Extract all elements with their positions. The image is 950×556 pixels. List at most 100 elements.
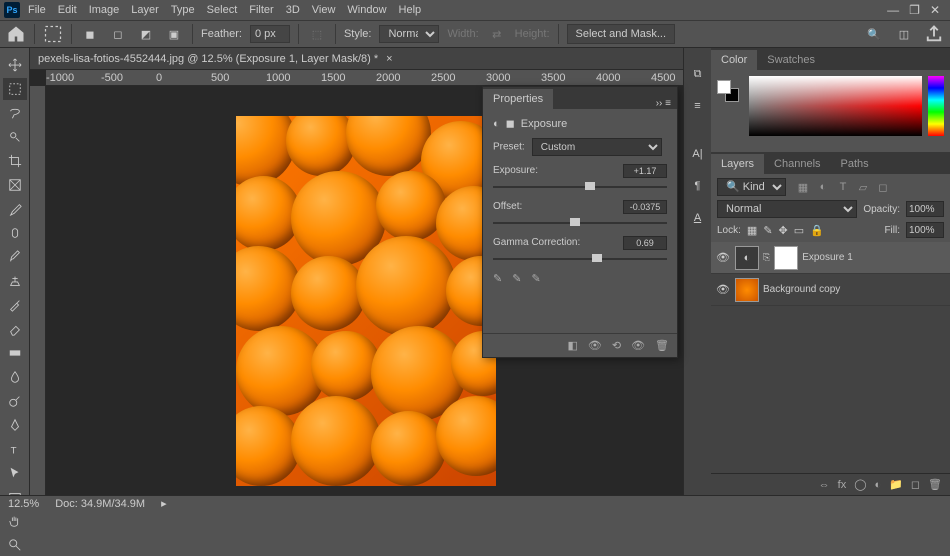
document-tab[interactable]: pexels-lisa-fotios-4552444.jpg @ 12.5% (… [30,48,710,70]
filter-adjust-icon[interactable]: ◐ [816,180,830,194]
mask-thumb[interactable] [774,246,798,270]
home-icon[interactable] [6,24,26,44]
menu-edit[interactable]: Edit [58,4,77,16]
layer-name[interactable]: Background copy [763,284,840,295]
tab-paths[interactable]: Paths [831,154,879,174]
tab-swatches[interactable]: Swatches [757,50,825,70]
new-layer-icon[interactable]: ◻ [911,478,920,491]
search-icon[interactable]: 🔍 [864,24,884,44]
layer-name[interactable]: Exposure 1 [802,252,853,263]
menu-image[interactable]: Image [89,4,120,16]
marquee-tool[interactable] [3,78,27,100]
view-previous-icon[interactable]: 👁 [588,339,602,352]
delete-adjustment-icon[interactable]: 🗑 [655,339,669,352]
feather-input[interactable] [250,25,290,43]
filter-smart-icon[interactable]: ◻ [876,180,890,194]
opacity-input[interactable] [906,201,944,217]
lock-position-icon[interactable]: ✥ [779,224,788,237]
gradient-tool[interactable] [3,342,27,364]
gamma-value[interactable]: 0.69 [623,236,667,250]
character-panel-icon[interactable]: A| [687,140,709,168]
style-select[interactable]: Normal [379,25,439,43]
paragraph-panel-icon[interactable]: ¶ [687,172,709,200]
clip-layer-icon[interactable]: ◧ [567,339,577,352]
selection-new-icon[interactable]: ◼ [80,24,100,44]
offset-value[interactable]: -0.0375 [623,200,667,214]
menu-help[interactable]: Help [399,4,422,16]
reset-icon[interactable]: ⟲ [612,339,621,352]
panel-collapse-icon[interactable]: ›› ≡ [656,98,671,109]
link-layers-icon[interactable]: ⇔ [819,479,830,491]
tab-close-icon[interactable]: × [386,53,392,65]
menu-select[interactable]: Select [207,4,238,16]
offset-slider[interactable] [493,222,667,224]
exposure-value[interactable]: +1.17 [623,164,667,178]
workspace-icon[interactable]: ◫ [894,24,914,44]
toggle-visibility-icon[interactable]: 👁 [631,339,645,352]
menu-file[interactable]: File [28,4,46,16]
fill-input[interactable] [906,222,944,238]
exposure-slider[interactable] [493,186,667,188]
share-icon[interactable] [924,24,944,44]
sample-white-icon[interactable]: ✎ [531,272,540,285]
tab-layers[interactable]: Layers [711,154,764,174]
menu-type[interactable]: Type [171,4,195,16]
layer-row[interactable]: 👁 Background copy [711,274,950,306]
lock-artboard-icon[interactable]: ▭ [794,224,804,237]
color-spectrum[interactable] [749,76,922,136]
zoom-level[interactable]: 12.5% [8,498,39,510]
quick-select-tool[interactable] [3,126,27,148]
clone-stamp-tool[interactable] [3,270,27,292]
gamma-slider[interactable] [493,258,667,260]
close-icon[interactable]: ✕ [930,3,940,17]
type-tool[interactable]: T [3,438,27,460]
frame-tool[interactable] [3,174,27,196]
visibility-toggle-icon[interactable]: 👁 [715,283,731,296]
select-and-mask-button[interactable]: Select and Mask... [567,24,676,44]
history-panel-icon[interactable]: ⧉ [687,60,709,88]
new-adjustment-icon[interactable]: ◐ [875,479,882,491]
crop-tool[interactable] [3,150,27,172]
filter-pixel-icon[interactable]: ▦ [796,180,810,194]
filter-shape-icon[interactable]: ▱ [856,180,870,194]
menu-3d[interactable]: 3D [286,4,300,16]
status-chevron-icon[interactable]: ▸ [161,497,167,510]
visibility-toggle-icon[interactable]: 👁 [715,251,731,264]
layer-row[interactable]: 👁 ◐ ⎘ Exposure 1 [711,242,950,274]
dodge-tool[interactable] [3,390,27,412]
hand-tool[interactable] [3,510,27,532]
delete-layer-icon[interactable]: 🗑 [928,478,942,491]
lock-image-icon[interactable]: ✎ [763,224,772,237]
selection-subtract-icon[interactable]: ◩ [136,24,156,44]
glyphs-panel-icon[interactable]: A [687,204,709,232]
blend-mode-select[interactable]: Normal [717,200,857,218]
zoom-tool[interactable] [3,534,27,556]
foreground-color[interactable] [717,80,731,94]
lock-transparency-icon[interactable]: ▦ [747,224,757,237]
selection-intersect-icon[interactable]: ▣ [164,24,184,44]
menu-view[interactable]: View [312,4,336,16]
hue-slider[interactable] [928,76,944,136]
blur-tool[interactable] [3,366,27,388]
menu-window[interactable]: Window [347,4,386,16]
menu-layer[interactable]: Layer [131,4,159,16]
layer-filter-select[interactable]: 🔍 Kind [717,178,786,196]
brush-tool[interactable] [3,246,27,268]
eyedropper-tool[interactable] [3,198,27,220]
eraser-tool[interactable] [3,318,27,340]
tab-color[interactable]: Color [711,50,757,70]
sample-gray-icon[interactable]: ✎ [512,272,521,285]
minimize-icon[interactable]: — [887,3,899,17]
lock-all-icon[interactable]: 🔒 [810,224,824,237]
preset-select[interactable]: Custom [532,138,662,156]
pen-tool[interactable] [3,414,27,436]
add-mask-icon[interactable]: ◯ [854,478,866,491]
marquee-tool-icon[interactable] [43,24,63,44]
lasso-tool[interactable] [3,102,27,124]
menu-filter[interactable]: Filter [249,4,273,16]
doc-size[interactable]: Doc: 34.9M/34.9M [55,498,145,510]
path-select-tool[interactable] [3,462,27,484]
history-brush-tool[interactable] [3,294,27,316]
layer-style-icon[interactable]: fx [838,479,847,491]
healing-tool[interactable] [3,222,27,244]
